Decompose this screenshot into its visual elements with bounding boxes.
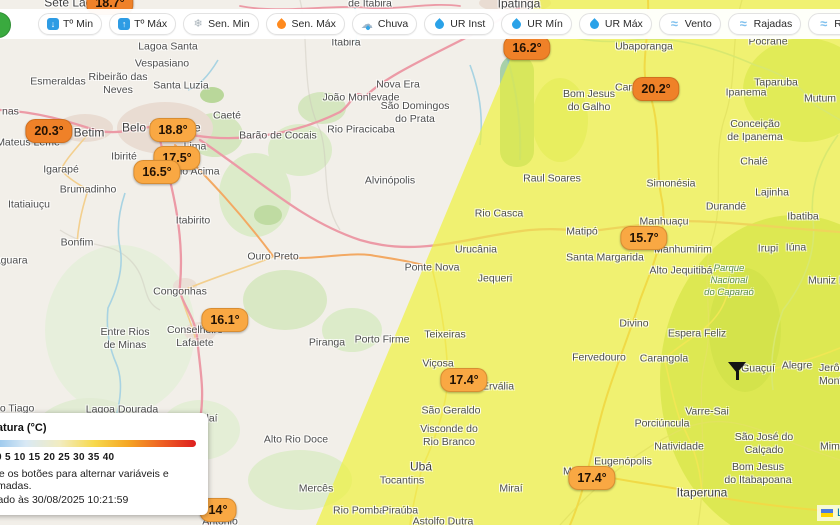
rain-icon xyxy=(361,17,374,31)
temperature-marker[interactable]: 17.4° xyxy=(568,466,616,490)
toolbar-button-label: UR Mín xyxy=(527,18,563,30)
toolbar-button-ur-min[interactable]: UR Mín xyxy=(501,13,572,35)
leaflet-flag-icon xyxy=(820,509,833,517)
drop-icon xyxy=(510,17,524,31)
legend-hint: Use os botões para alternar variáveis e … xyxy=(0,468,169,492)
legend-scale: 0 5 10 15 20 25 30 35 40 xyxy=(0,452,115,463)
toolbar-button-label: Rajadas Max xyxy=(834,18,840,30)
toolbar-button-t-max[interactable]: Tº Máx xyxy=(109,13,177,35)
wind-icon xyxy=(668,18,681,30)
toolbar-button-sen-max[interactable]: Sen. Máx xyxy=(265,13,345,35)
toolbar-button-t-min[interactable]: Tº Min xyxy=(38,13,103,35)
legend-updated: Atualizado às 30/08/2025 10:21:59 xyxy=(0,494,129,506)
temp-down-icon xyxy=(47,18,59,30)
toolbar-button-rajadas-max[interactable]: Rajadas Max xyxy=(808,13,840,35)
temperature-marker[interactable]: 16.2° xyxy=(503,36,551,60)
toolbar-button-label: Vento xyxy=(684,18,712,30)
toolbar-button-ur-max[interactable]: UR Máx xyxy=(578,13,652,35)
snow-icon xyxy=(192,18,204,30)
toolbar-button-label: Tº Máx xyxy=(134,18,168,30)
toolbar-button-label: Chuva xyxy=(377,18,409,30)
toolbar-button-ur-inst[interactable]: UR Inst xyxy=(424,13,495,35)
wind-icon xyxy=(737,18,750,30)
toolbar-button-label: Rajadas xyxy=(753,18,793,30)
toolbar: Tº Min Tº Máx Sen. Min Sen. Máx Chuva UR Inst… xyxy=(0,9,840,39)
temperature-marker[interactable]: 18.8° xyxy=(149,118,197,142)
toolbar-button-rajadas[interactable]: Rajadas xyxy=(727,13,802,35)
toolbar-button-label: Sen. Máx xyxy=(291,18,336,30)
legend-gradient-bar xyxy=(0,440,196,447)
toolbar-button-sen-min[interactable]: Sen. Min xyxy=(183,13,259,35)
toolbar-button-label: Tº Min xyxy=(63,18,94,30)
weather-map-app: Sete Lagoas de Itabira Ipatinga Lagoa Santa… xyxy=(0,0,840,525)
flame-icon xyxy=(274,17,288,31)
temperature-marker[interactable]: 15.7° xyxy=(620,226,668,250)
toolbar-button-label: UR Inst xyxy=(450,18,486,30)
temperature-marker[interactable]: 20.3° xyxy=(25,119,73,143)
leaflet-attribution-link[interactable]: Leaflet xyxy=(816,505,840,521)
toolbar-button-label: Sen. Min xyxy=(208,18,250,30)
temperature-marker[interactable]: 16.5° xyxy=(133,160,181,184)
toolbar-button-chuva[interactable]: Chuva xyxy=(351,13,418,35)
temperature-marker[interactable]: 20.2° xyxy=(632,77,680,101)
temperature-marker[interactable]: 17.4° xyxy=(440,368,488,392)
drop-icon xyxy=(433,17,447,31)
temperature-marker[interactable]: 16.1° xyxy=(201,308,249,332)
temp-up-icon xyxy=(118,18,131,30)
legend-title: Temperatura (°C) xyxy=(0,422,47,434)
drop-icon xyxy=(588,17,601,31)
toolbar-button-label: UR Máx xyxy=(604,18,643,30)
wind-icon xyxy=(817,18,830,30)
toolbar-button-vento[interactable]: Vento xyxy=(658,13,721,35)
legend-panel: Temperatura (°C) 0 5 10 15 20 25 30 35 4… xyxy=(0,413,208,515)
